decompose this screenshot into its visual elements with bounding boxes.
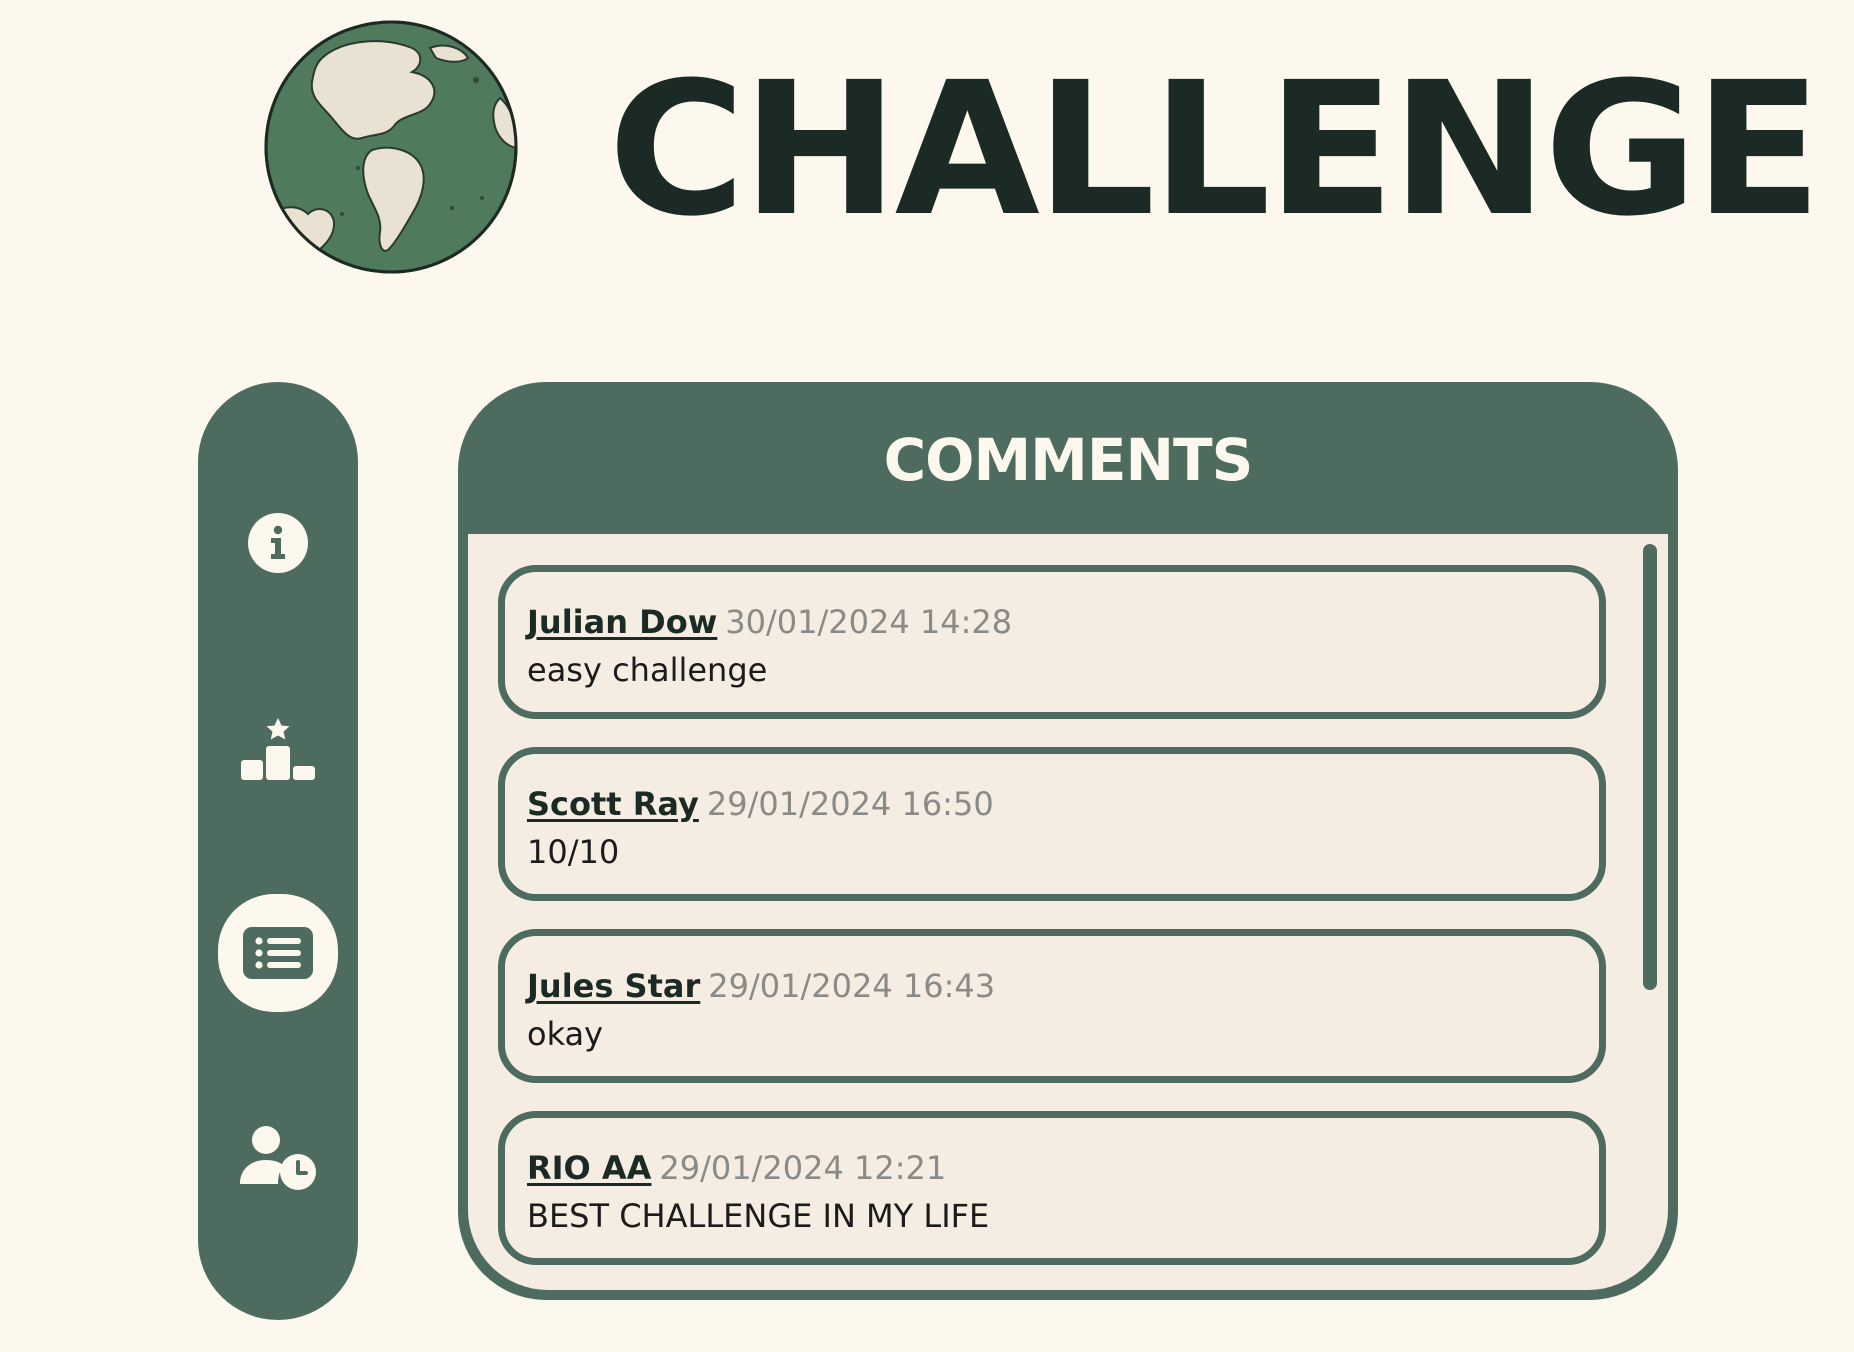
comment-author-link[interactable]: RIO AA <box>527 1149 651 1187</box>
globe-icon <box>264 20 518 274</box>
comment-author-link[interactable]: Jules Star <box>527 967 700 1005</box>
comment-date: 30/01/2024 14:28 <box>725 603 1013 641</box>
comment-text: BEST CHALLENGE IN MY LIFE <box>527 1197 990 1235</box>
sidebar-item-history[interactable] <box>218 1098 338 1216</box>
comment-text: 10/10 <box>527 833 620 871</box>
sidebar-item-info[interactable] <box>218 484 338 602</box>
comments-scrollbar[interactable] <box>1643 544 1657 990</box>
comment-item: Jules Star 29/01/2024 16:43 okay <box>498 929 1606 1083</box>
comment-author-link[interactable]: Scott Ray <box>527 785 699 823</box>
comment-text: easy challenge <box>527 651 768 689</box>
challenge-page: CHALLENGE COMMENTS Julian Dow 30/01/2024… <box>0 0 1854 1352</box>
page-title: CHALLENGE <box>608 43 1822 257</box>
list-icon <box>243 927 313 979</box>
sidebar <box>198 382 358 1320</box>
comment-item: Scott Ray 29/01/2024 16:50 10/10 <box>498 747 1606 901</box>
comment-item: Julian Dow 30/01/2024 14:28 easy challeng… <box>498 565 1606 719</box>
comment-date: 29/01/2024 12:21 <box>659 1149 947 1187</box>
user-clock-icon <box>240 1126 316 1190</box>
comment-date: 29/01/2024 16:50 <box>706 785 994 823</box>
sidebar-item-comments[interactable] <box>218 894 338 1012</box>
podium-icon <box>241 718 315 780</box>
comments-title: COMMENTS <box>883 426 1254 494</box>
sidebar-item-leaderboard[interactable] <box>218 690 338 808</box>
comment-item: RIO AA 29/01/2024 12:21 BEST CHALLENGE IN… <box>498 1111 1606 1265</box>
comment-date: 29/01/2024 16:43 <box>708 967 996 1005</box>
comment-author-link[interactable]: Julian Dow <box>527 603 717 641</box>
info-icon <box>248 513 308 573</box>
comments-panel: COMMENTS Julian Dow 30/01/2024 14:28 easy… <box>458 382 1678 1300</box>
comments-list[interactable]: Julian Dow 30/01/2024 14:28 easy challeng… <box>468 534 1668 1290</box>
comment-text: okay <box>527 1015 604 1053</box>
